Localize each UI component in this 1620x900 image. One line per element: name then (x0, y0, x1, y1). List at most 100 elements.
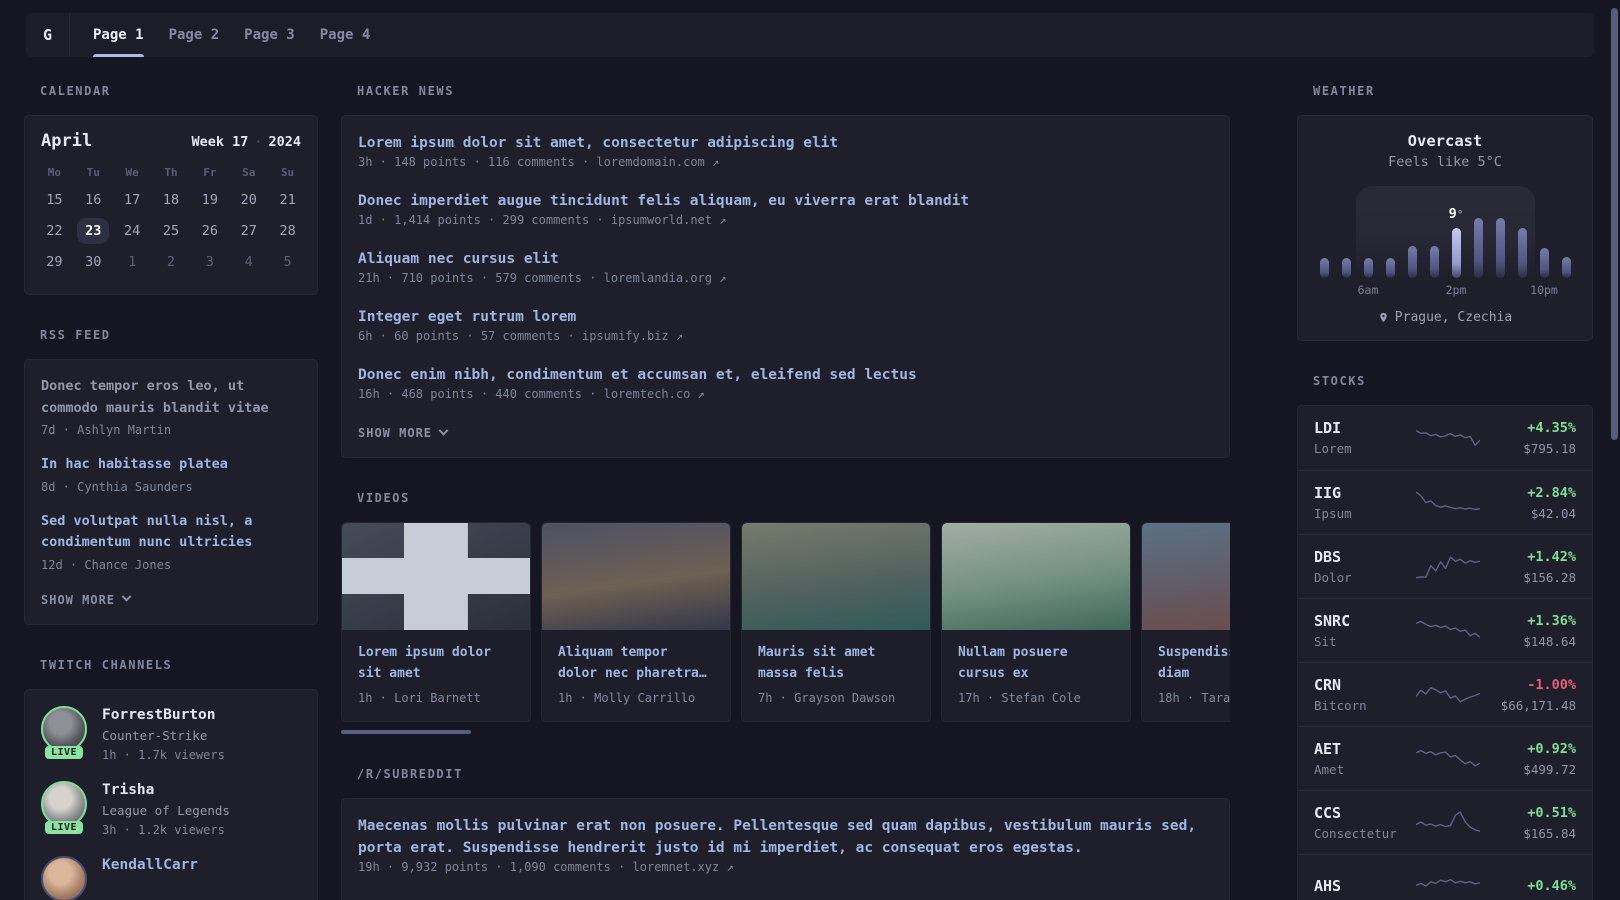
hn-item-title[interactable]: Integer eget rutrum lorem (358, 306, 1213, 328)
tab-page-2[interactable]: Page 2 (169, 13, 220, 57)
video-meta: 17h · Stefan Cole (958, 691, 1081, 705)
weather-bar (1319, 258, 1329, 278)
map-pin-icon (1380, 312, 1387, 323)
sparkline-chart (1416, 686, 1480, 702)
twitch-channel-name[interactable]: Trisha (102, 781, 230, 800)
video-title[interactable]: Mauris sit amet massa felis (758, 642, 914, 684)
tab-page-4[interactable]: Page 4 (320, 13, 371, 57)
video-thumbnail[interactable] (342, 523, 530, 630)
twitch-channel-name[interactable]: KendallCarr (102, 856, 198, 875)
weather-bar (1363, 258, 1373, 278)
video-thumbnail[interactable] (942, 523, 1130, 630)
hn-item-meta: 16h · 468 points · 440 comments · loremt… (358, 387, 705, 401)
calendar-week-label: Week 17 (191, 134, 249, 150)
stock-row-aet[interactable]: AET Amet +0.92% $499.72 (1298, 726, 1592, 790)
twitch-channel-game: League of Legends (102, 802, 230, 818)
video-title[interactable]: Lorem ipsum dolor sit amet consectetu… (358, 642, 514, 684)
twitch-channel-name[interactable]: ForrestBurton (102, 706, 225, 725)
subreddit-post-title[interactable]: Maecenas mollis pulvinar erat non posuer… (358, 815, 1213, 859)
weather-bar (1561, 257, 1571, 278)
stock-symbol: LDI (1314, 419, 1342, 437)
rss-card: Donec tempor eros leo, ut commodo mauris… (24, 359, 318, 625)
stock-change-percent: +0.46% (1527, 878, 1576, 894)
stock-price: $499.72 (1523, 761, 1576, 777)
rss-item: Donec tempor eros leo, ut commodo mauris… (41, 376, 301, 438)
weather-hour-label: 10pm (1530, 283, 1558, 297)
calendar-dates-grid: 15 16 17 18 19 20 21 22 23 24 25 26 27 28 29 30 1 2 3 4 5 (25, 179, 317, 277)
calendar-week-year: Week 17 · 2024 (191, 134, 301, 150)
rss-show-more-label: SHOW MORE (41, 592, 116, 607)
channel-avatar[interactable] (41, 855, 87, 900)
weather-hour-labels: 6am 2pm 10pm (1320, 283, 1571, 297)
videos-scrollbar[interactable] (341, 730, 471, 734)
video-card: Lorem ipsum dolor sit amet consectetu… 1h… (341, 522, 531, 722)
hn-show-more-button[interactable]: SHOW MORE (358, 425, 449, 440)
stock-row-dbs[interactable]: DBS Dolor +1.42% $156.28 (1298, 534, 1592, 598)
calendar-year: 2024 (268, 134, 301, 150)
stock-symbol: IIG (1314, 483, 1342, 502)
hacker-news-items: Lorem ipsum dolor sit amet, consectetur … (358, 132, 1213, 403)
stock-values: +0.92% $499.72 (1480, 740, 1576, 778)
stock-sparkline (1416, 808, 1480, 838)
hn-item-title[interactable]: Lorem ipsum dolor sit amet, consectetur … (358, 132, 1213, 154)
rss-widget: RSS FEED Donec tempor eros leo, ut commo… (24, 328, 318, 625)
rss-item-title[interactable]: Sed volutpat nulla nisl, a condimentum n… (41, 511, 301, 554)
top-nav: G Page 1 Page 2 Page 3 Page 4 (26, 13, 1594, 57)
stock-row-ccs[interactable]: CCS Consectetur +0.51% $165.84 (1298, 790, 1592, 854)
app-logo[interactable]: G (26, 13, 70, 57)
stock-change-percent: +1.42% (1527, 548, 1576, 565)
stock-row-ldi[interactable]: LDI Lorem +4.35% $795.18 (1298, 406, 1592, 470)
weather-bar (1385, 258, 1395, 278)
left-column: CALENDAR April Week 17 · 2024 Mo Tu We Th Fr Sa… (24, 70, 318, 900)
calendar-date-label: 18 (162, 191, 180, 208)
rss-item-title[interactable]: In hac habitasse platea (41, 454, 301, 476)
calendar-day-headers: Mo Tu We Th Fr Sa Su (25, 151, 317, 179)
rss-show-more-button[interactable]: SHOW MORE (41, 591, 132, 607)
right-column: WEATHER Overcast Feels like 5°C 9° 6am 2p… (1297, 70, 1593, 900)
stock-price: $165.84 (1523, 825, 1576, 841)
video-title[interactable]: Nullam posuere cursus ex (958, 642, 1114, 684)
twitch-channel-meta: 3h · 1.2k viewers (102, 822, 225, 837)
stock-row-snrc[interactable]: SNRC Sit +1.36% $148.64 (1298, 598, 1592, 662)
hn-item-title[interactable]: Aliquam nec cursus elit (358, 248, 1213, 270)
twitch-channel-info: Trisha League of Legends 3h · 1.2k viewers (102, 781, 230, 839)
tab-page-1[interactable]: Page 1 (93, 13, 144, 57)
weather-current-temp: 9° (1448, 206, 1464, 222)
calendar-date-label: 27 (240, 222, 257, 239)
stock-row-crn[interactable]: CRN Bitcorn -1.00% $66,171.48 (1298, 662, 1592, 726)
video-thumbnail[interactable] (742, 523, 930, 630)
hn-item-title[interactable]: Donec imperdiet augue tincidunt felis al… (358, 190, 1213, 212)
stocks-card: LDI Lorem +4.35% $795.18 IIG Ipsum +2.84% $42.0… (1297, 405, 1593, 900)
video-title[interactable]: Suspendisse tempor diam (1158, 642, 1230, 684)
twitch-widget: TWITCH CHANNELS LIVE ForrestBurton Counter… (24, 658, 318, 900)
calendar-day-header: Tu (86, 166, 100, 179)
calendar-day-header: Sa (242, 166, 256, 179)
stock-row-ahs[interactable]: AHS +0.46% (1298, 854, 1592, 900)
video-thumbnail[interactable] (542, 523, 730, 630)
rss-widget-title: RSS FEED (40, 328, 111, 342)
middle-column: HACKER NEWS Lorem ipsum dolor sit amet, … (341, 70, 1230, 900)
calendar-date-label: 26 (201, 222, 218, 239)
stock-id: CRN Bitcorn (1314, 676, 1416, 714)
weather-bar (1539, 248, 1549, 278)
sparkline-chart (1416, 430, 1480, 446)
calendar-date-label: 29 (46, 253, 63, 270)
weather-hour-label: 2pm (1445, 283, 1467, 297)
calendar-date-label: 25 (162, 222, 180, 239)
twitch-avatar-wrap: LIVE (41, 780, 87, 834)
twitch-avatar-wrap (41, 855, 87, 900)
video-title[interactable]: Aliquam tempor dolor nec pharetra… (558, 642, 714, 684)
tab-label: Page 2 (168, 27, 220, 43)
hacker-news-card: Lorem ipsum dolor sit amet, consectetur … (341, 115, 1230, 458)
stock-sparkline (1416, 872, 1480, 900)
rss-item-title[interactable]: Donec tempor eros leo, ut commodo mauris… (41, 376, 301, 419)
weather-widget-title: WEATHER (1313, 84, 1375, 98)
calendar-date-label: 24 (124, 222, 141, 239)
hn-item-title[interactable]: Donec enim nibh, condimentum et accumsan… (358, 364, 1213, 386)
rss-item-meta: 12d · Chance Jones (41, 557, 172, 572)
calendar-date-label: 19 (201, 191, 218, 208)
stock-row-iig[interactable]: IIG Ipsum +2.84% $42.04 (1298, 470, 1592, 534)
page-scrollbar[interactable] (1611, 8, 1618, 440)
tab-page-3[interactable]: Page 3 (244, 13, 295, 57)
video-thumbnail[interactable] (1142, 523, 1230, 630)
